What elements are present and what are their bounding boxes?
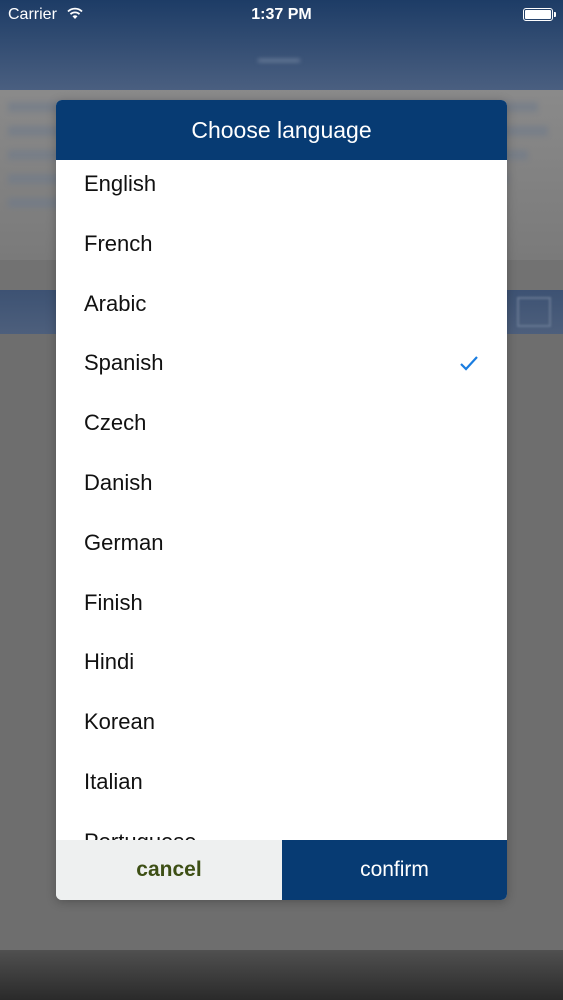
language-label: English xyxy=(84,171,157,196)
language-label: Korean xyxy=(84,709,155,735)
language-item[interactable]: Spanish xyxy=(56,339,507,399)
language-label: French xyxy=(84,230,153,256)
dialog-buttons: cancel confirm xyxy=(56,840,507,900)
cancel-button[interactable]: cancel xyxy=(56,840,282,900)
background-box-icon xyxy=(517,297,551,327)
language-label: Danish xyxy=(84,469,153,495)
background-footer xyxy=(0,950,563,1000)
battery-icon xyxy=(523,8,556,21)
language-label: German xyxy=(84,529,164,555)
language-label: Arabic xyxy=(84,290,147,316)
language-label: Finish xyxy=(84,589,143,615)
language-item[interactable]: French xyxy=(56,220,507,280)
language-item[interactable]: Portuguese xyxy=(56,818,507,840)
language-label: Spanish xyxy=(84,350,164,376)
language-label: Hindi xyxy=(84,649,135,675)
status-bar: Carrier 1:37 PM xyxy=(0,0,563,30)
checkmark-icon xyxy=(460,356,478,371)
dialog-title: Choose language xyxy=(56,100,507,160)
language-item[interactable]: English xyxy=(56,160,507,220)
language-item[interactable]: German xyxy=(56,519,507,579)
background-swap-icon xyxy=(258,46,300,62)
language-label: Czech xyxy=(84,410,147,436)
language-item[interactable]: Arabic xyxy=(56,280,507,340)
language-item[interactable]: Italian xyxy=(56,758,507,818)
language-label: Portuguese xyxy=(84,829,197,840)
language-item[interactable]: Finish xyxy=(56,579,507,639)
choose-language-dialog: Choose language English French Arabic Spani… xyxy=(56,100,507,900)
language-item[interactable]: Hindi xyxy=(56,638,507,698)
language-item[interactable]: Danish xyxy=(56,459,507,519)
language-list[interactable]: English French Arabic Spanish Czech Danish Ger… xyxy=(56,160,507,840)
language-item[interactable]: Czech xyxy=(56,399,507,459)
clock: 1:37 PM xyxy=(251,6,312,23)
language-item[interactable]: Korean xyxy=(56,698,507,758)
language-label: Italian xyxy=(84,768,143,794)
confirm-button[interactable]: confirm xyxy=(282,840,507,900)
